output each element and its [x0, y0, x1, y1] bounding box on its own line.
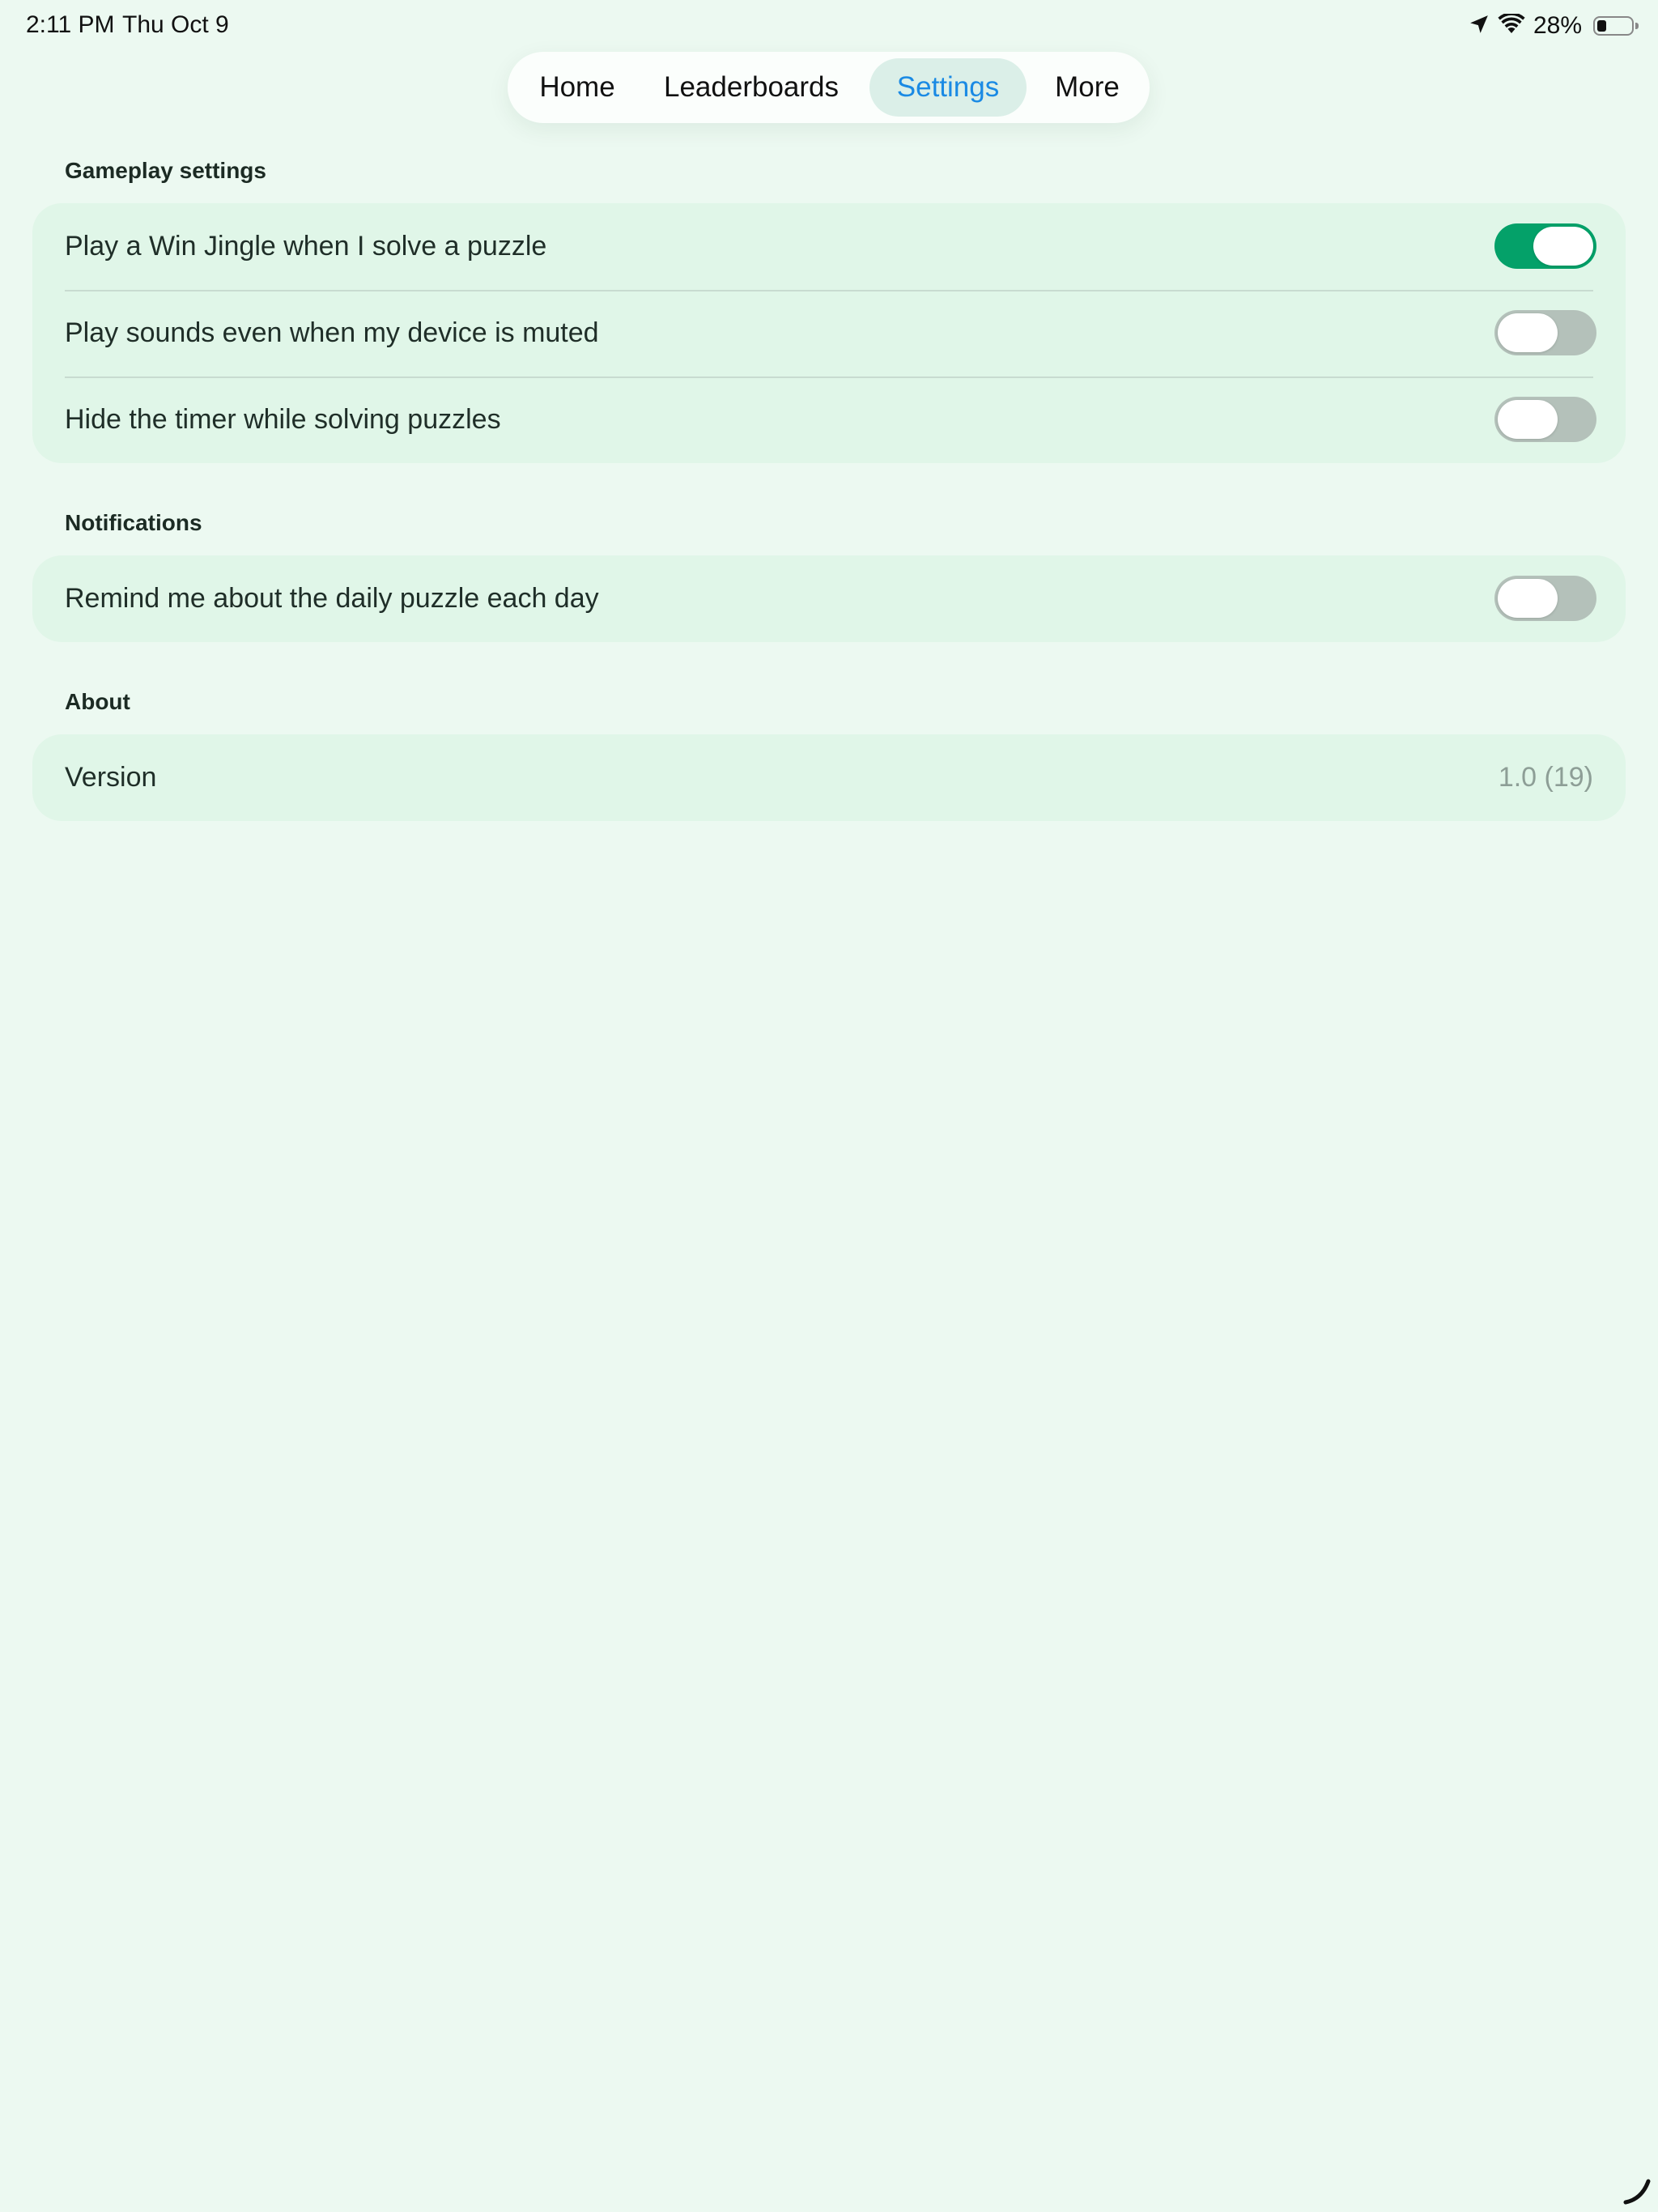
tab-more[interactable]: More	[1039, 58, 1136, 117]
battery-icon	[1593, 16, 1639, 36]
tab-leaderboards[interactable]: Leaderboards	[647, 58, 856, 117]
gameplay-settings-card: Play a Win Jingle when I solve a puzzle …	[32, 203, 1626, 463]
hide-timer-toggle[interactable]	[1494, 397, 1596, 442]
about-card: Version 1.0 (19)	[32, 734, 1626, 821]
status-time: 2:11 PM	[26, 11, 115, 38]
settings-screen: 2:11 PM Thu Oct 9 28% Home Leaderboards …	[0, 0, 1658, 2212]
win-jingle-toggle[interactable]	[1494, 223, 1596, 269]
battery-level	[1597, 20, 1606, 32]
status-indicators: 28%	[1469, 10, 1639, 42]
tab-home[interactable]: Home	[522, 58, 632, 117]
battery-percent: 28%	[1533, 12, 1582, 39]
version-value: 1.0 (19)	[1498, 762, 1593, 793]
tab-bar: Home Leaderboards Settings More	[508, 52, 1150, 123]
setting-row-sounds-muted: Play sounds even when my device is muted	[32, 290, 1626, 376]
wifi-icon	[1498, 11, 1525, 39]
section-title-gameplay: Gameplay settings	[65, 158, 266, 183]
corner-indicator-icon	[1621, 2175, 1653, 2207]
section-title-about: About	[65, 689, 130, 714]
section-title-notifications: Notifications	[65, 510, 202, 535]
location-arrow-icon	[1469, 14, 1490, 39]
setting-row-daily-reminder: Remind me about the daily puzzle each da…	[32, 555, 1626, 642]
setting-label: Play sounds even when my device is muted	[65, 317, 599, 348]
setting-label: Remind me about the daily puzzle each da…	[65, 583, 599, 614]
status-bar: 2:11 PM Thu Oct 9 28%	[0, 0, 1658, 52]
tab-settings[interactable]: Settings	[869, 58, 1027, 117]
setting-label: Hide the timer while solving puzzles	[65, 404, 501, 435]
notifications-card: Remind me about the daily puzzle each da…	[32, 555, 1626, 642]
daily-reminder-toggle[interactable]	[1494, 576, 1596, 621]
setting-row-win-jingle: Play a Win Jingle when I solve a puzzle	[32, 203, 1626, 290]
status-date: Thu Oct 9	[122, 11, 229, 38]
setting-label: Play a Win Jingle when I solve a puzzle	[65, 231, 547, 262]
about-row-version: Version 1.0 (19)	[32, 734, 1626, 821]
sounds-when-muted-toggle[interactable]	[1494, 310, 1596, 355]
setting-row-hide-timer: Hide the timer while solving puzzles	[32, 376, 1626, 463]
version-label: Version	[65, 762, 157, 793]
